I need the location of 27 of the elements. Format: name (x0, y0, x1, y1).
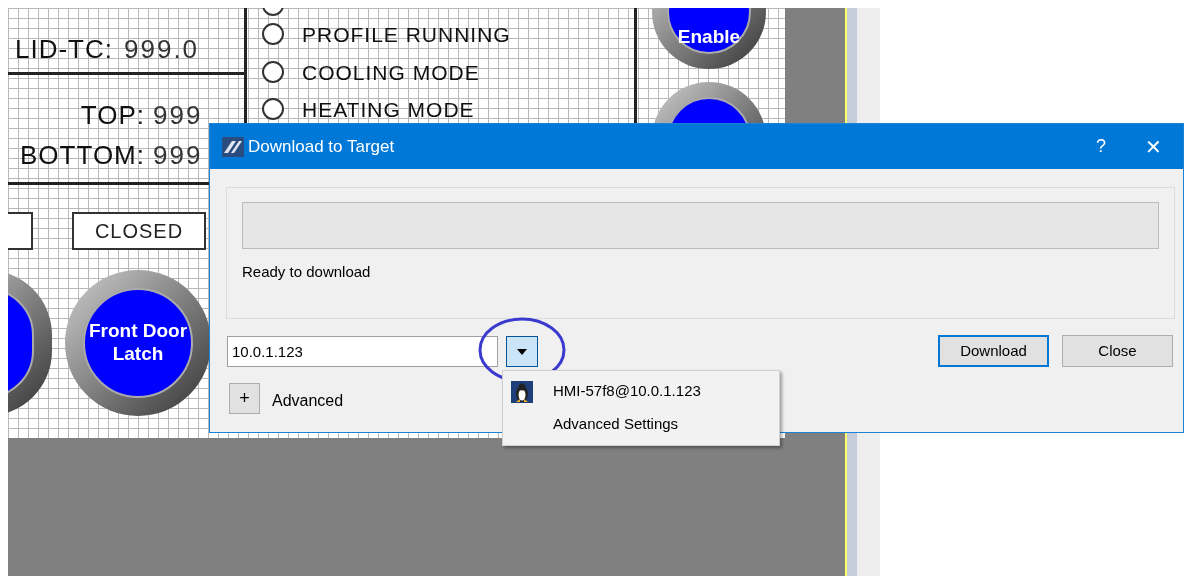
penguin-icon (511, 380, 533, 403)
status-text: Ready to download (242, 262, 371, 282)
download-button[interactable]: Download (938, 335, 1049, 367)
status-box: CLOSED (72, 212, 206, 250)
window-title: Download to Target (248, 135, 395, 158)
app-logo-icon (222, 136, 244, 157)
expand-button[interactable]: + (229, 383, 260, 414)
readout-value: 999 (153, 99, 203, 132)
readout-value: 999.0 (124, 33, 200, 66)
readout-label: BOTTOM: (20, 139, 145, 172)
indicator-label: PROFILE RUNNING (302, 24, 511, 45)
readout-value: 999 (153, 139, 203, 172)
indicator-label: HEATING MODE (302, 99, 475, 120)
menu-item[interactable]: Advanced Settings (503, 408, 779, 441)
help-button[interactable]: ? (1079, 124, 1123, 169)
close-button[interactable]: ✕ (1123, 124, 1183, 169)
menu-item[interactable]: HMI-57f8@10.0.1.123 (503, 375, 779, 408)
readout-label: TOP: (80, 99, 145, 132)
readout-label: LID-TC: (15, 33, 113, 66)
dropdown-button[interactable] (506, 336, 538, 367)
address-field[interactable]: 10.0.1.123 (227, 336, 498, 367)
indicator-label: COOLING MODE (302, 62, 480, 83)
advanced-label: Advanced (272, 391, 344, 411)
close-button[interactable]: Close (1062, 335, 1173, 367)
round-button[interactable]: Front Door Latch (65, 270, 211, 416)
round-button[interactable]: Enable (652, 8, 766, 69)
caret-icon (517, 348, 527, 355)
